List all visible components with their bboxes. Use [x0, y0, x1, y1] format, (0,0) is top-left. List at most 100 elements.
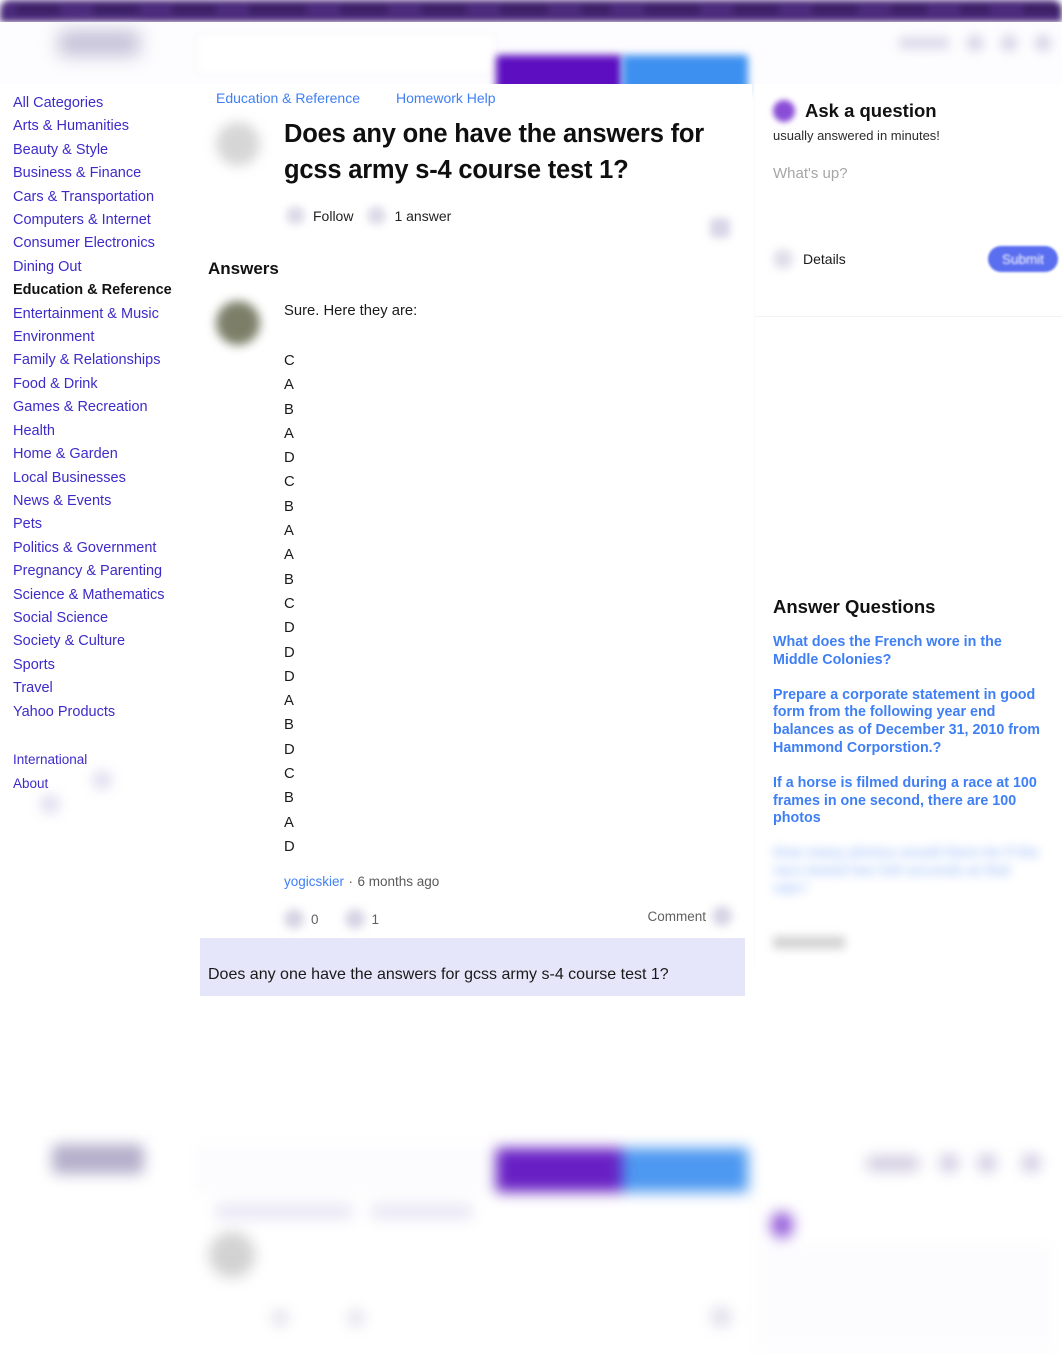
upvote-button[interactable]: 0 — [284, 909, 319, 930]
sidebar-item-environment[interactable]: Environment — [0, 326, 200, 349]
answer-letter: B — [284, 498, 294, 515]
follow-button[interactable]: Follow — [286, 206, 353, 225]
sidebar-item-politics-government[interactable]: Politics & Government — [0, 537, 200, 560]
answer-question-link-0[interactable]: What does the French wore in the Middle … — [755, 634, 1062, 687]
answer-author-link[interactable]: yogicskier — [284, 874, 344, 889]
answer-separator: · — [348, 874, 353, 890]
sidebar-item-news-events[interactable]: News & Events — [0, 490, 200, 513]
category-sidebar: All Categories Arts & Humanities Beauty & … — [0, 92, 200, 814]
sidebar-footer-about[interactable]: About — [0, 772, 48, 796]
breadcrumb-item-0[interactable]: Education & Reference — [216, 90, 360, 106]
downvote-button[interactable]: 1 — [344, 909, 380, 930]
sidebar-footer: International About — [0, 748, 200, 814]
top-nav-item-6[interactable] — [500, 5, 548, 14]
top-nav-item-10[interactable] — [812, 5, 858, 14]
page-root: All Categories Arts & Humanities Beauty & … — [0, 0, 1062, 1355]
ghost-notifications-icon — [978, 1154, 996, 1172]
question-block: Does any one have the answers for gcss a… — [200, 106, 752, 238]
sidebar-item-beauty-style[interactable]: Beauty & Style — [0, 139, 200, 162]
share-icon[interactable] — [710, 218, 730, 238]
rail-footer-link[interactable] — [773, 935, 845, 949]
answer-letter: B — [284, 571, 294, 588]
answer-questions-title: Answer Questions — [773, 596, 936, 617]
top-nav-item-2[interactable] — [172, 5, 216, 14]
page-title: Does any one have the answers for gcss a… — [284, 120, 704, 184]
sidebar-item-social-science[interactable]: Social Science — [0, 607, 200, 630]
top-nav-item-12[interactable] — [960, 5, 990, 14]
header-account-area — [898, 34, 1052, 52]
sidebar-item-dining-out[interactable]: Dining Out — [0, 256, 200, 279]
downvote-count: 1 — [371, 911, 380, 927]
sidebar-footer-international[interactable]: International — [0, 748, 87, 772]
breadcrumb-item-1[interactable]: Homework Help — [396, 90, 496, 106]
top-nav-item-8[interactable] — [644, 5, 700, 14]
sidebar-item-food-drink[interactable]: Food & Drink — [0, 373, 200, 396]
asker-avatar — [216, 122, 260, 166]
top-nav-item-4[interactable] — [340, 5, 388, 14]
top-nav-item-1[interactable] — [93, 5, 139, 14]
sidebar-item-family-relationships[interactable]: Family & Relationships — [0, 349, 200, 372]
sidebar-footer-chevron-icon — [92, 769, 112, 790]
sidebar-item-yahoo-products[interactable]: Yahoo Products — [0, 701, 200, 724]
search-input[interactable] — [196, 34, 496, 74]
scroll-transition-ghost-page — [0, 1136, 1062, 1355]
notifications-icon[interactable] — [1000, 34, 1018, 52]
sidebar-item-travel[interactable]: Travel — [0, 677, 200, 700]
sidebar-item-arts-humanities[interactable]: Arts & Humanities — [0, 115, 200, 138]
answer-actions: 0 1 Comment — [284, 906, 736, 931]
related-question-row[interactable]: Does any one have the answers for gcss a… — [200, 938, 745, 996]
sidebar-item-pregnancy-parenting[interactable]: Pregnancy & Parenting — [0, 560, 200, 583]
sidebar-item-home-garden[interactable]: Home & Garden — [0, 443, 200, 466]
sidebar-item-education-reference[interactable]: Education & Reference — [0, 279, 200, 302]
top-nav-item-5[interactable] — [421, 5, 467, 14]
top-nav-item-9[interactable] — [733, 5, 779, 14]
ghost-avatar — [209, 1232, 255, 1278]
mail-icon[interactable] — [966, 34, 984, 52]
sidebar-item-games-recreation[interactable]: Games & Recreation — [0, 396, 200, 419]
answer-count[interactable]: 1 answer — [367, 206, 451, 225]
sidebar-item-cars-transportation[interactable]: Cars & Transportation — [0, 186, 200, 209]
sidebar-item-consumer-electronics[interactable]: Consumer Electronics — [0, 232, 200, 255]
follow-plus-icon — [286, 206, 305, 225]
comment-button[interactable]: Comment — [647, 909, 706, 924]
top-nav-item-3[interactable] — [249, 5, 307, 14]
sidebar-item-local-businesses[interactable]: Local Businesses — [0, 467, 200, 490]
answer-letter: A — [284, 377, 294, 394]
submit-button[interactable]: Submit — [988, 246, 1058, 272]
ghost-ask-card — [762, 1244, 1052, 1355]
answer-question-link-1[interactable]: Prepare a corporate statement in good fo… — [755, 687, 1062, 775]
apps-grid-icon[interactable] — [1034, 34, 1052, 52]
sidebar-item-pets[interactable]: Pets — [0, 513, 200, 536]
account-name-pill[interactable] — [898, 36, 950, 50]
sidebar-item-entertainment-music[interactable]: Entertainment & Music — [0, 303, 200, 326]
add-details-button[interactable]: Details — [773, 249, 846, 269]
question-bubble-icon — [773, 100, 795, 122]
top-navigation-bar[interactable] — [0, 0, 1062, 22]
answer-letter: C — [284, 595, 295, 612]
comment-icon[interactable] — [712, 906, 732, 927]
yahoo-answers-logo[interactable] — [58, 30, 140, 56]
top-nav-item-13[interactable] — [1023, 5, 1062, 14]
answer-letter: A — [284, 693, 294, 710]
sidebar-item-all-categories[interactable]: All Categories — [0, 92, 200, 115]
answers-heading: Answers — [208, 259, 279, 278]
top-nav-item-0[interactable] — [16, 5, 60, 14]
answer-question-link-2[interactable]: If a horse is filmed during a race at 10… — [755, 775, 1062, 845]
sidebar-item-business-finance[interactable]: Business & Finance — [0, 162, 200, 185]
sidebar-item-science-mathematics[interactable]: Science & Mathematics — [0, 584, 200, 607]
sidebar-item-health[interactable]: Health — [0, 420, 200, 443]
upvote-count: 0 — [311, 911, 319, 927]
sidebar-item-computers-internet[interactable]: Computers & Internet — [0, 209, 200, 232]
answer-question-link-3[interactable]: How many photos would there be if the ra… — [755, 845, 1062, 915]
ghost-share-icon — [712, 1308, 730, 1326]
sidebar-item-sports[interactable]: Sports — [0, 654, 200, 677]
answer-letter: D — [284, 450, 295, 467]
answer-questions-card: Answer Questions What does the French wo… — [755, 596, 1062, 959]
top-nav-item-7[interactable] — [581, 5, 611, 14]
top-nav-item-11[interactable] — [891, 5, 927, 14]
ghost-follow-icon — [272, 1310, 288, 1326]
sidebar-item-society-culture[interactable]: Society & Culture — [0, 630, 200, 653]
thumbs-down-icon — [344, 909, 365, 930]
question-textarea[interactable] — [773, 161, 1044, 235]
ask-question-card: Ask a question usually answered in minut… — [755, 84, 1062, 317]
